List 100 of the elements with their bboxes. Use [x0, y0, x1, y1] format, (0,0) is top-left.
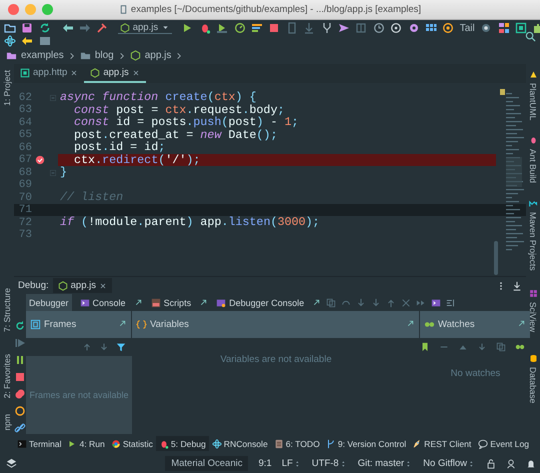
- tool-window-tab[interactable]: Terminal: [14, 436, 64, 451]
- forward-icon[interactable]: [78, 22, 91, 34]
- cross-icon[interactable]: [401, 298, 412, 308]
- tool-window-button[interactable]: 1: Project: [2, 70, 12, 106]
- close-icon[interactable]: [132, 68, 140, 77]
- pin-icon[interactable]: [406, 318, 415, 328]
- copy-icon[interactable]: [496, 342, 506, 352]
- breakpoint-icon[interactable]: [35, 155, 45, 166]
- tool-window-button[interactable]: Ant Build: [528, 149, 538, 184]
- session-tab[interactable]: app.js: [52, 278, 112, 293]
- pin-icon[interactable]: [118, 318, 127, 328]
- lock-icon[interactable]: [486, 458, 496, 468]
- split-icon[interactable]: [355, 22, 368, 34]
- save-icon[interactable]: [21, 22, 34, 34]
- tool-window-button[interactable]: 2: Favorites: [2, 354, 12, 398]
- run-config-dropdown[interactable]: app.js: [118, 22, 172, 34]
- document-icon[interactable]: [286, 22, 298, 34]
- rerun-icon[interactable]: [14, 320, 26, 332]
- status-item[interactable]: LF: [282, 458, 302, 469]
- frame-icon[interactable]: [514, 22, 527, 34]
- tool-window-tab[interactable]: REST Client: [409, 436, 474, 451]
- pin-icon[interactable]: [199, 298, 208, 307]
- tool-window-button[interactable]: PlantUML: [528, 83, 538, 120]
- close-icon[interactable]: [70, 68, 78, 77]
- breadcrumb[interactable]: examples: [21, 50, 64, 61]
- breadcrumb[interactable]: app.js: [144, 50, 172, 61]
- back-icon[interactable]: [21, 35, 34, 47]
- pin-icon[interactable]: [312, 298, 322, 307]
- bars-icon[interactable]: [251, 22, 264, 34]
- tool-window-tab[interactable]: RNConsole: [208, 436, 271, 451]
- tool-window-button[interactable]: 7: Structure: [2, 288, 12, 332]
- record-icon[interactable]: [480, 22, 492, 34]
- link-icon[interactable]: [14, 422, 26, 434]
- bell-icon[interactable]: [526, 458, 536, 468]
- settings-icon[interactable]: [446, 298, 456, 308]
- gauge-icon[interactable]: [234, 22, 246, 34]
- run-icon[interactable]: [181, 22, 194, 34]
- glasses-icon[interactable]: [515, 342, 525, 352]
- tool-window-tab[interactable]: 6: TODO: [270, 436, 323, 451]
- status-item[interactable]: No Gitflow: [423, 458, 476, 469]
- filter-icon[interactable]: [116, 342, 126, 352]
- search-icon[interactable]: [525, 31, 536, 42]
- status-item[interactable]: Git: master: [358, 458, 414, 469]
- tool-window-tab[interactable]: 5: Debug: [156, 436, 209, 451]
- tool-window-tab[interactable]: Statistic: [108, 436, 156, 451]
- tool-window-tab[interactable]: 9: Version Control: [322, 436, 410, 451]
- settings-icon[interactable]: [408, 22, 420, 34]
- breakpoints-icon[interactable]: [14, 388, 26, 400]
- theme-label[interactable]: Material Oceanic: [165, 456, 248, 471]
- blocks-icon[interactable]: [498, 22, 510, 34]
- revert-icon[interactable]: [390, 22, 402, 34]
- scrollbar-thumb[interactable]: [494, 241, 498, 276]
- status-item[interactable]: 9:1: [258, 458, 272, 469]
- pin-icon[interactable]: [517, 318, 526, 328]
- tool-window-button[interactable]: Maven Projects: [528, 212, 538, 271]
- status-item[interactable]: UTF-8: [312, 458, 348, 469]
- step-out-icon[interactable]: [386, 298, 396, 308]
- sync-icon[interactable]: [38, 22, 51, 34]
- tail-button[interactable]: Tail: [460, 22, 475, 34]
- down-icon[interactable]: [477, 342, 487, 352]
- tool-window-tab[interactable]: 4: Run: [64, 436, 108, 451]
- breadcrumb[interactable]: blog: [94, 50, 114, 61]
- folder-icon[interactable]: [38, 35, 51, 47]
- editor-tab[interactable]: app.http: [14, 64, 84, 84]
- debug-tab[interactable]: Debugger Console: [213, 294, 308, 311]
- debug-tab[interactable]: Debugger: [26, 294, 72, 311]
- back-icon[interactable]: [62, 22, 74, 34]
- debug-tab[interactable]: Console: [76, 294, 129, 311]
- down-icon[interactable]: [99, 342, 109, 352]
- layers-icon[interactable]: [6, 458, 17, 469]
- step-into-icon[interactable]: [371, 298, 382, 308]
- console-icon[interactable]: [431, 298, 442, 308]
- copy-icon[interactable]: [326, 298, 336, 308]
- folder-icon[interactable]: [4, 22, 16, 34]
- pause-icon[interactable]: [14, 354, 26, 366]
- grid-icon[interactable]: [424, 22, 437, 34]
- step-into-icon[interactable]: [356, 298, 366, 308]
- tool-window-button[interactable]: npm: [2, 414, 12, 431]
- bookmark-icon[interactable]: [420, 342, 430, 352]
- tool-window-tab[interactable]: Event Log: [475, 436, 532, 451]
- pin-icon[interactable]: [134, 298, 143, 307]
- history-icon[interactable]: [372, 22, 385, 34]
- up-icon[interactable]: [82, 342, 92, 352]
- editor-tab[interactable]: app.js: [84, 64, 146, 84]
- mute-icon[interactable]: [14, 405, 26, 417]
- branch-icon[interactable]: [320, 22, 333, 34]
- close-icon[interactable]: [99, 282, 107, 290]
- person-icon[interactable]: [506, 458, 516, 468]
- fast-forward-icon[interactable]: [416, 298, 426, 308]
- stop-icon[interactable]: [268, 22, 280, 34]
- tool-window-button[interactable]: SciView: [528, 302, 538, 332]
- stop-icon[interactable]: [14, 371, 26, 383]
- target-icon[interactable]: [442, 22, 454, 34]
- send-icon[interactable]: [338, 22, 350, 34]
- tool-window-button[interactable]: Database: [528, 367, 538, 404]
- debug-tab[interactable]: Scripts: [148, 294, 194, 311]
- hammer-icon[interactable]: [96, 22, 108, 34]
- atom-icon[interactable]: [4, 35, 16, 47]
- coverage-icon[interactable]: [216, 22, 228, 34]
- resume-icon[interactable]: [14, 337, 26, 349]
